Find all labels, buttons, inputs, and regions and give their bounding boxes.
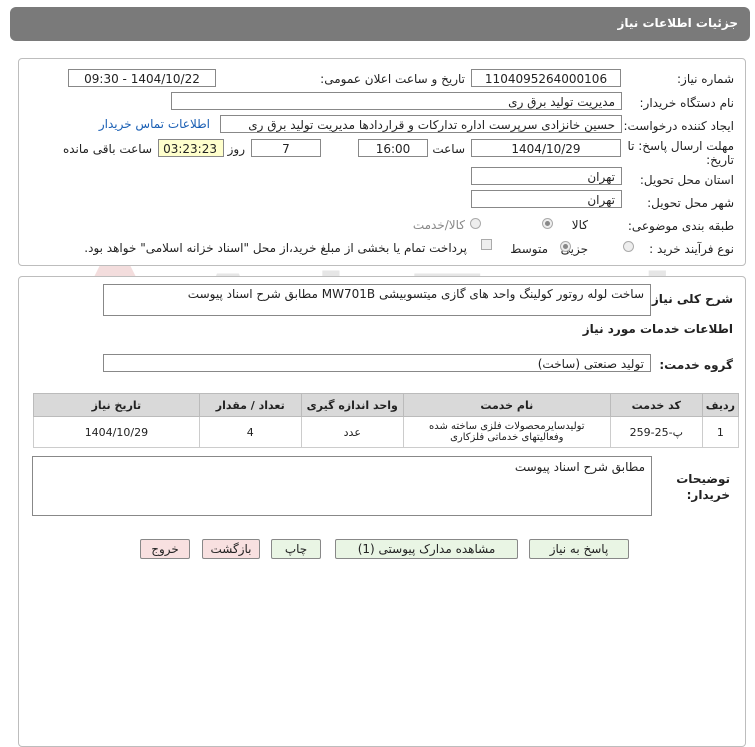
purchase-option-minor-radio[interactable] bbox=[623, 241, 634, 252]
deadline-date-field: 1404/10/29 bbox=[471, 139, 621, 157]
items-table: ردیف کد خدمت نام خدمت واحد اندازه گیری ت… bbox=[33, 393, 740, 448]
purchase-option-medium-radio[interactable] bbox=[560, 241, 571, 252]
page-title: جزئیات اطلاعات نیاز bbox=[617, 16, 738, 30]
cell-quantity: 4 bbox=[198, 416, 302, 448]
treasury-payment-checkbox[interactable] bbox=[481, 239, 492, 250]
services-heading: اطلاعات خدمات مورد نیاز bbox=[582, 322, 733, 336]
print-button[interactable]: چاپ bbox=[271, 539, 321, 559]
service-group-label: گروه خدمت: bbox=[659, 358, 733, 372]
info-panel bbox=[18, 58, 746, 266]
cell-service-code: پ-25-259 bbox=[609, 416, 703, 448]
category-option-goods-service-label: کالا/خدمت bbox=[412, 218, 465, 232]
buyer-notes-field: مطابق شرح اسناد پیوست bbox=[32, 456, 652, 516]
need-summary-label: شرح کلی نیاز: bbox=[647, 292, 733, 306]
col-need-date-header: تاریخ نیاز bbox=[33, 393, 200, 417]
deadline-label-date: تاریخ: bbox=[706, 153, 734, 167]
back-button[interactable]: بازگشت bbox=[202, 539, 260, 559]
need-summary-field: ساخت لوله روتور کولینگ واحد های گازی میت… bbox=[103, 284, 651, 316]
announce-date-field: 1404/10/22 - 09:30 bbox=[68, 69, 216, 87]
buyer-notes-label-2: خریدار: bbox=[686, 488, 730, 502]
buyer-contact-link[interactable]: اطلاعات تماس خریدار bbox=[99, 117, 210, 131]
cell-unit: عدد bbox=[300, 416, 404, 448]
buyer-label: نام دستگاه خریدار: bbox=[639, 96, 735, 110]
buyer-field: مدیریت تولید برق ری bbox=[171, 92, 622, 110]
deadline-time-label: ساعت bbox=[432, 142, 465, 156]
need-number-label: شماره نیاز: bbox=[677, 72, 734, 86]
col-service-name-header: نام خدمت bbox=[402, 393, 611, 417]
category-option-goods-radio[interactable] bbox=[542, 218, 553, 229]
remaining-time-field: 03:23:23 bbox=[158, 139, 224, 157]
remaining-time-label: ساعت باقی مانده bbox=[62, 142, 152, 156]
buyer-notes-label: توضیحات bbox=[676, 472, 730, 486]
cell-row-number: 1 bbox=[701, 416, 740, 448]
days-field: 7 bbox=[251, 139, 321, 157]
exit-button[interactable]: خروج bbox=[140, 539, 190, 559]
treasury-payment-note: پرداخت تمام یا بخشی از مبلغ خرید،از محل … bbox=[84, 241, 467, 255]
view-attachments-button[interactable]: مشاهده مدارک پیوستی (1) bbox=[335, 539, 518, 559]
category-option-goods-service-radio[interactable] bbox=[470, 218, 481, 229]
reply-button[interactable]: پاسخ به نیاز bbox=[529, 539, 629, 559]
creator-label: ایجاد کننده درخواست: bbox=[623, 119, 734, 133]
cell-need-date: 1404/10/29 bbox=[33, 416, 200, 448]
deadline-time-field: 16:00 bbox=[358, 139, 428, 157]
col-quantity-header: تعداد / مقدار bbox=[198, 393, 302, 417]
province-label: استان محل تحویل: bbox=[639, 173, 734, 187]
service-group-field: تولید صنعتی (ساخت) bbox=[103, 354, 651, 372]
city-label: شهر محل تحویل: bbox=[647, 196, 734, 210]
page-header: جزئیات اطلاعات نیاز bbox=[10, 7, 750, 41]
table-header-row: ردیف کد خدمت نام خدمت واحد اندازه گیری ت… bbox=[33, 393, 740, 417]
deadline-label: مهلت ارسال پاسخ: تا bbox=[627, 139, 734, 153]
cell-service-name: تولیدسایرمحصولات فلزی ساخته شده وفعالیته… bbox=[402, 416, 611, 448]
city-field: تهران bbox=[471, 190, 622, 208]
col-unit-header: واحد اندازه گیری bbox=[300, 393, 404, 417]
announce-date-label: تاریخ و ساعت اعلان عمومی: bbox=[320, 72, 465, 86]
creator-field: حسین خانزادی سرپرست اداره تدارکات و قرار… bbox=[220, 115, 622, 133]
category-option-goods-label: کالا bbox=[571, 218, 588, 232]
col-service-code-header: کد خدمت bbox=[609, 393, 703, 417]
col-row-header: ردیف bbox=[701, 393, 740, 417]
purchase-option-medium-label: متوسط bbox=[510, 242, 548, 256]
province-field: تهران bbox=[471, 167, 622, 185]
need-number-field: 1104095264000106 bbox=[471, 69, 621, 87]
purchase-type-label: نوع فرآیند خرید : bbox=[649, 242, 734, 256]
table-row: 1 پ-25-259 تولیدسایرمحصولات فلزی ساخته ش… bbox=[33, 416, 740, 448]
category-label: طبقه بندی موضوعی: bbox=[627, 219, 734, 233]
